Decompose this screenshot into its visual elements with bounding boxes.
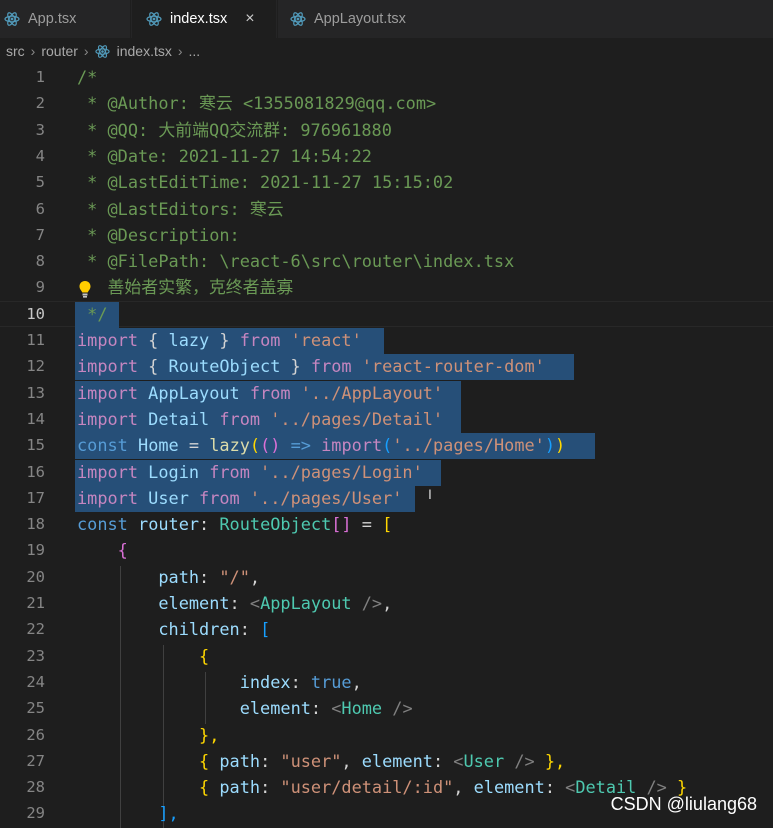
- tab-app-tsx[interactable]: App.tsx: [0, 0, 131, 38]
- chevron-right-icon: ›: [30, 43, 36, 59]
- line-number: 25: [26, 699, 45, 718]
- editor-tab-bar: App.tsx index.tsx × AppLayout.tsx: [0, 0, 773, 38]
- tab-label: App.tsx: [28, 11, 77, 27]
- line-number: 27: [26, 751, 45, 770]
- code-line-14[interactable]: import Detail from '../pages/Detail': [77, 406, 443, 432]
- line-number: 20: [26, 567, 45, 586]
- breadcrumb: src › router › index.tsx › ...: [0, 38, 773, 64]
- line-number: 10: [26, 304, 45, 323]
- code-line-17[interactable]: import User from '../pages/User': [77, 485, 402, 511]
- line-number: 1: [35, 68, 45, 86]
- line-number: 16: [26, 462, 45, 481]
- chevron-right-icon: ›: [177, 43, 183, 59]
- close-icon[interactable]: ×: [245, 10, 254, 28]
- code-line-19[interactable]: {: [77, 537, 128, 563]
- line-number: 7: [35, 225, 45, 244]
- code-line-29[interactable]: ],: [77, 800, 178, 826]
- tab-applayout-tsx[interactable]: AppLayout.tsx: [277, 0, 437, 38]
- tab-label: index.tsx: [170, 11, 228, 27]
- code-line-22[interactable]: children: [: [77, 616, 270, 642]
- tab-index-tsx[interactable]: index.tsx ×: [132, 0, 276, 38]
- code-line-12[interactable]: import { RouteObject } from 'react-route…: [77, 353, 545, 379]
- line-number: 21: [26, 594, 45, 612]
- line-number: 9: [35, 278, 45, 297]
- line-number: 18: [26, 515, 45, 534]
- line-number: 11: [26, 331, 45, 349]
- code-line-13[interactable]: import AppLayout from '../AppLayout': [77, 380, 443, 406]
- tab-label: AppLayout.tsx: [314, 11, 406, 27]
- code-line-9[interactable]: 善始者实繁，克终者盖寡: [77, 274, 294, 300]
- code-line-6[interactable]: * @LastEditors: 寒云: [77, 196, 284, 222]
- line-number: 3: [35, 120, 45, 139]
- line-number: 5: [35, 173, 45, 192]
- text-cursor-icon: I: [428, 486, 432, 502]
- code-line-3[interactable]: * @QQ: 大前端QQ交流群: 976961880: [77, 117, 392, 143]
- code-line-10[interactable]: */: [77, 301, 107, 327]
- line-number: 17: [26, 488, 45, 507]
- code-line-28[interactable]: { path: "user/detail/:id", element: <Det…: [77, 774, 687, 800]
- line-number: 15: [26, 436, 45, 455]
- line-number: 23: [26, 646, 45, 665]
- react-icon: [94, 44, 110, 58]
- breadcrumb-item-file[interactable]: index.tsx: [117, 43, 172, 59]
- code-line-20[interactable]: path: "/",: [77, 564, 260, 590]
- code-line-25[interactable]: element: <Home />: [77, 695, 413, 721]
- react-icon: [146, 12, 162, 26]
- code-line-11[interactable]: import { lazy } from 'react': [77, 327, 362, 353]
- line-number: 8: [35, 252, 45, 271]
- line-number: 14: [26, 409, 45, 428]
- line-number: 24: [26, 672, 45, 691]
- code-line-7[interactable]: * @Description:: [77, 222, 250, 248]
- line-number: 2: [35, 94, 45, 113]
- code-line-1[interactable]: /*: [77, 64, 97, 90]
- line-number: 29: [26, 804, 45, 823]
- line-number: 19: [26, 541, 45, 560]
- code-line-2[interactable]: * @Author: 寒云 <1355081829@qq.com>: [77, 90, 436, 116]
- breadcrumb-ellipsis[interactable]: ...: [189, 43, 201, 59]
- code-line-16[interactable]: import Login from '../pages/Login': [77, 459, 423, 485]
- line-number: 26: [26, 725, 45, 744]
- breadcrumb-item-src[interactable]: src: [6, 43, 25, 59]
- line-number: 4: [35, 146, 45, 165]
- code-line-23[interactable]: {: [77, 643, 209, 669]
- code-line-24[interactable]: index: true,: [77, 669, 362, 695]
- line-number: 13: [26, 383, 45, 402]
- line-number: 28: [26, 778, 45, 797]
- code-line-18[interactable]: const router: RouteObject[] = [: [77, 511, 392, 537]
- breadcrumb-item-router[interactable]: router: [41, 43, 78, 59]
- code-line-26[interactable]: },: [77, 722, 219, 748]
- code-line-4[interactable]: * @Date: 2021-11-27 14:54:22: [77, 143, 372, 169]
- code-line-8[interactable]: * @FilePath: \react-6\src\router\index.t…: [77, 248, 514, 274]
- line-number: 22: [26, 620, 45, 639]
- watermark: CSDN @liulang68: [610, 794, 757, 814]
- code-line-27[interactable]: { path: "user", element: <User /> },: [77, 748, 565, 774]
- line-number: 6: [35, 199, 45, 218]
- react-icon: [4, 12, 20, 26]
- code-line-15[interactable]: const Home = lazy(() => import('../pages…: [77, 432, 565, 458]
- react-icon: [290, 12, 306, 26]
- lightbulb-icon[interactable]: [78, 280, 92, 300]
- line-number: 12: [26, 357, 45, 376]
- code-line-5[interactable]: * @LastEditTime: 2021-11-27 15:15:02: [77, 169, 453, 195]
- chevron-right-icon: ›: [83, 43, 89, 59]
- code-line-21[interactable]: element: <AppLayout />,: [77, 590, 392, 616]
